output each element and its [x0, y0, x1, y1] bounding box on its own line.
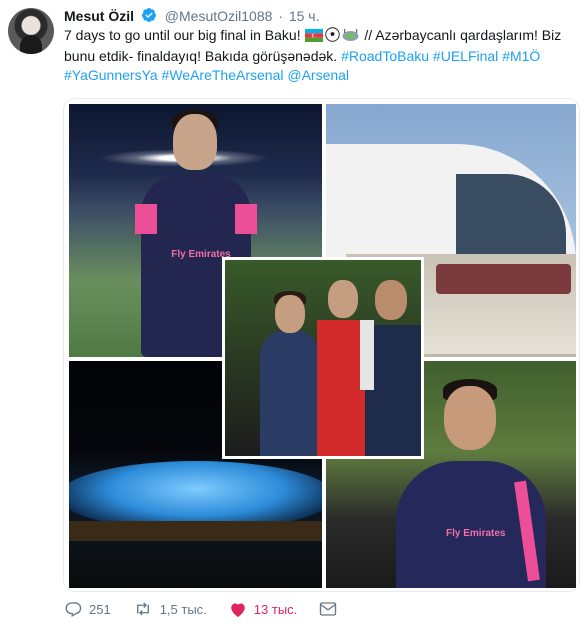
reply-count: 251	[89, 601, 111, 617]
retweet-count: 1,5 тыс.	[159, 601, 207, 617]
tweet-actions: 251 1,5 тыс. 13 тыс.	[64, 598, 366, 620]
hashtag-yagunnersya[interactable]: #YaGunnersYa	[64, 67, 158, 83]
player-head	[444, 386, 496, 450]
like-button[interactable]: 13 тыс.	[229, 601, 297, 618]
author-name[interactable]: Mesut Özil	[64, 8, 134, 24]
avatar[interactable]	[8, 8, 54, 54]
retweet-button[interactable]: 1,5 тыс.	[133, 600, 207, 618]
hashtag-roadtobaku[interactable]: #RoadToBaku	[341, 48, 429, 64]
stadium-icon	[342, 28, 359, 47]
azerbaijan-flag-icon	[305, 28, 324, 47]
sleeve-right	[235, 204, 257, 234]
author-handle[interactable]: @MesutOzil1088	[165, 8, 273, 24]
fan-boy-body	[260, 330, 320, 456]
like-count: 13 тыс.	[253, 601, 298, 617]
fan-man-head	[375, 280, 407, 320]
stadium-base	[69, 521, 322, 541]
tweet-header: Mesut Özil @MesutOzil1088 · 15 ч.	[64, 7, 320, 27]
hashtag-m1o[interactable]: #M1Ö	[502, 48, 540, 64]
reply-button[interactable]: 251	[64, 600, 111, 618]
building-glass	[456, 174, 566, 259]
hashtag-wearethearsenal[interactable]: #WeAreTheArsenal	[162, 67, 284, 83]
direct-message-icon	[320, 602, 337, 616]
flower-bed	[436, 264, 571, 294]
tweet-text: 7 days to go until our big final in Baku…	[64, 26, 579, 85]
player-head	[173, 114, 217, 170]
reply-icon	[65, 602, 82, 617]
sponsor-logo: Fly Emirates	[446, 528, 506, 539]
retweet-icon	[136, 602, 149, 616]
hashtag-uelfinal[interactable]: #UELFinal	[433, 48, 498, 64]
fan-scarf	[360, 320, 374, 390]
fan-boy-head	[275, 295, 305, 333]
like-heart-icon	[231, 603, 245, 617]
sleeve-left	[135, 204, 157, 234]
direct-message-button[interactable]	[319, 601, 344, 617]
verified-badge-icon	[141, 7, 157, 27]
tweet-text-line1: 7 days to go until our big final in Baku…	[64, 27, 301, 43]
soccer-ball-icon	[325, 27, 341, 47]
player-head	[328, 280, 358, 318]
mention-arsenal[interactable]: @Arsenal	[287, 67, 349, 83]
separator-dot: ·	[278, 8, 283, 24]
photo-ozil-with-fans[interactable]	[222, 257, 424, 459]
photo-collage: Fly Emirates Fly Emirates	[63, 98, 580, 592]
tweet-card: Mesut Özil @MesutOzil1088 · 15 ч. 7 days…	[0, 0, 585, 630]
timestamp[interactable]: 15 ч.	[289, 8, 320, 24]
